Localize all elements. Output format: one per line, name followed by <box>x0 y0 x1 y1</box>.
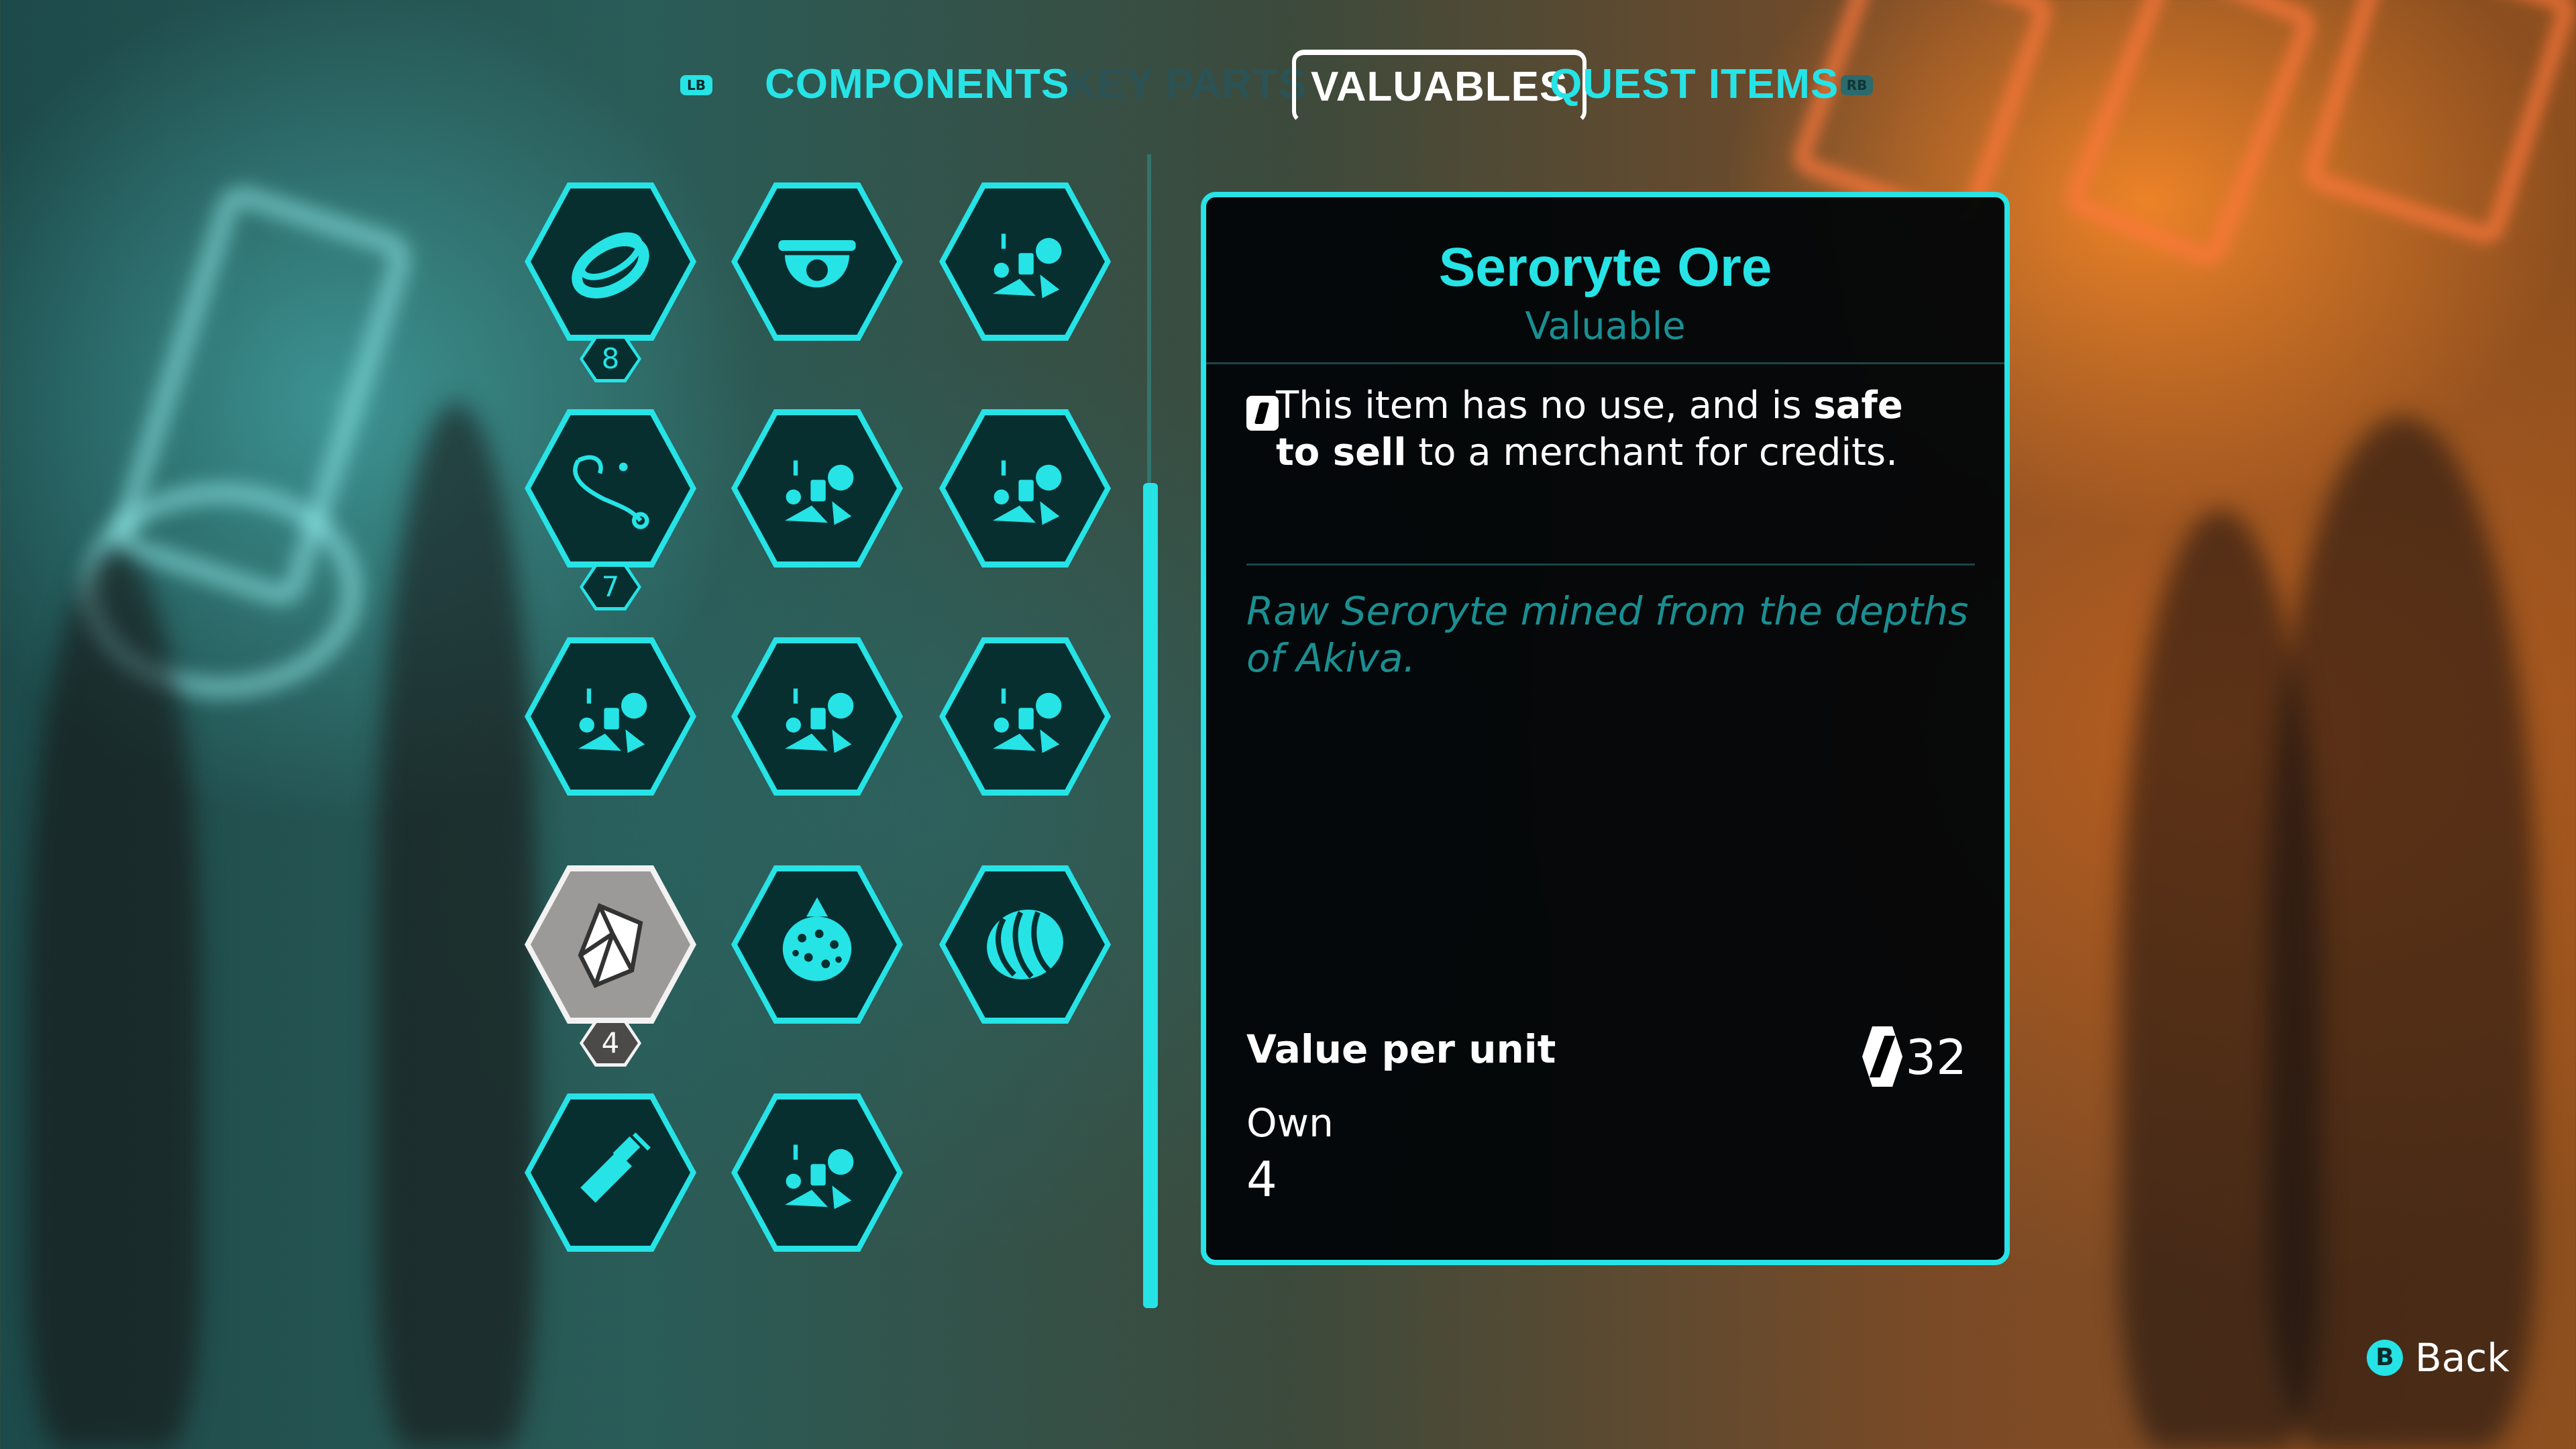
tab-components[interactable]: COMPONENTS <box>765 60 1069 108</box>
scrap-pile-icon <box>785 460 854 525</box>
scrap-pile-icon <box>785 1144 854 1210</box>
item-count-badge: 8 <box>580 335 641 382</box>
tab-label: KEY PARTS <box>1067 61 1307 107</box>
value-per-unit-label: Value per unit <box>1246 1026 1556 1072</box>
tab-quest-items[interactable]: QUEST ITEMS <box>1550 60 1839 108</box>
item-title: Seroryte Ore <box>1438 237 1772 298</box>
inventory-item-striped-melon[interactable] <box>939 865 1111 1024</box>
inventory-item-dome-sensor[interactable] <box>731 182 903 341</box>
item-count-badge: 4 <box>580 1020 641 1067</box>
inventory-item-scrap[interactable] <box>731 1093 903 1252</box>
back-label: Back <box>2415 1335 2510 1381</box>
tab-label: VALUABLES <box>1311 64 1568 110</box>
scrollbar-thumb[interactable] <box>1143 483 1158 1308</box>
inventory-item-scrap[interactable] <box>731 409 903 568</box>
scrap-pile-icon <box>993 460 1062 525</box>
scrap-pile-icon <box>993 688 1062 753</box>
inventory-item-scrap[interactable] <box>939 637 1111 796</box>
category-tabs: LB COMPONENTS KEY PARTS VALUABLES QUEST … <box>0 47 2576 127</box>
inventory-item-bottle[interactable] <box>525 1093 696 1252</box>
inventory-item-scrap[interactable] <box>939 409 1111 568</box>
item-type: Valuable <box>1525 305 1686 348</box>
own-count: 4 <box>1246 1151 1277 1208</box>
background-neon-sign <box>2061 0 2321 272</box>
info-icon <box>1246 396 1279 431</box>
item-usage-text: This item has no use, and is safe to sel… <box>1276 384 1903 474</box>
crystal-icon <box>578 903 643 988</box>
background-figure <box>27 550 201 1449</box>
scrap-pile-icon <box>785 688 854 753</box>
tab-key-parts[interactable]: KEY PARTS <box>1067 60 1307 108</box>
tab-valuables[interactable]: VALUABLES <box>1292 50 1587 123</box>
inventory-item-necklace[interactable] <box>525 409 696 568</box>
item-detail-panel: Seroryte Ore Valuable This item has no u… <box>1201 192 2010 1265</box>
spiked-egg-icon <box>782 897 852 981</box>
divider <box>1246 564 1975 566</box>
item-flavor-text: Raw Seroryte mined from the depths of Ak… <box>1246 588 1969 681</box>
own-label: Own <box>1246 1100 1334 1146</box>
inventory-item-ring[interactable] <box>525 182 696 341</box>
inventory-item-scrap[interactable] <box>939 182 1111 341</box>
credits-icon <box>1862 1026 1902 1087</box>
value-per-unit: 32 <box>1905 1029 1967 1085</box>
necklace-icon <box>573 455 649 529</box>
dome-sensor-icon <box>778 240 856 288</box>
scrap-pile-icon <box>993 233 1062 299</box>
inventory-item-scrap[interactable] <box>731 637 903 796</box>
b-button-icon: B <box>2367 1340 2403 1376</box>
inventory-item-seroryte-ore[interactable] <box>525 865 696 1024</box>
scroll-track <box>1147 154 1151 483</box>
lb-shoulder-button[interactable]: LB <box>680 75 712 95</box>
background-figure <box>376 402 537 1449</box>
tab-label: COMPONENTS <box>765 61 1070 107</box>
bottle-icon <box>580 1132 651 1203</box>
inventory-item-scrap[interactable] <box>525 637 696 796</box>
tab-label: QUEST ITEMS <box>1550 61 1839 107</box>
back-button[interactable]: B Back <box>2367 1335 2510 1381</box>
item-count-badge: 7 <box>580 564 641 610</box>
scrap-pile-icon <box>578 688 647 753</box>
ring-icon <box>572 232 649 299</box>
rb-shoulder-button[interactable]: RB <box>1841 75 1873 95</box>
inventory-item-spiked-egg[interactable] <box>731 865 903 1024</box>
divider <box>1206 362 2004 364</box>
striped-melon-icon <box>987 910 1063 979</box>
background-figure <box>2120 510 2321 1449</box>
